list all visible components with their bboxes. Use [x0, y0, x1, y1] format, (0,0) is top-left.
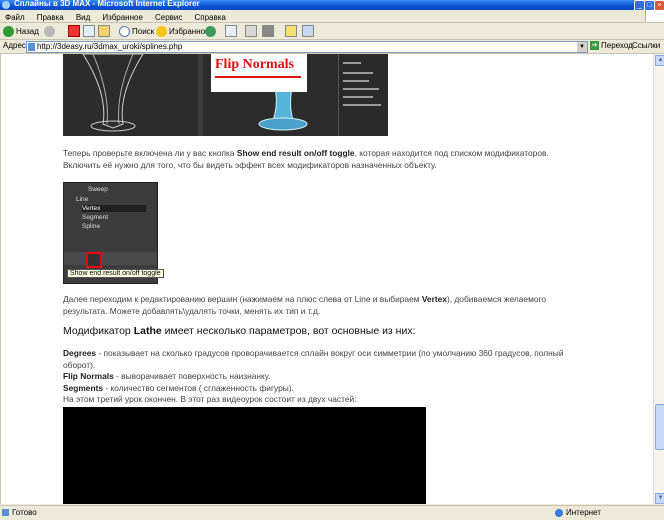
- stack-item-line: Line: [76, 196, 89, 203]
- print-button[interactable]: [245, 25, 259, 37]
- star-icon: [156, 25, 167, 37]
- menu-bar: Файл Правка Вид Избранное Сервис Справка: [0, 10, 664, 23]
- title-bar: Сплайны в 3D MAX - Microsoft Internet Ex…: [0, 0, 664, 11]
- globe-icon: [555, 508, 563, 517]
- links-button[interactable]: Ссылки: [632, 41, 660, 50]
- go-arrow-icon: ➔: [590, 41, 599, 50]
- history-icon: [205, 25, 216, 37]
- research-icon: [302, 25, 314, 37]
- window-title: Сплайны в 3D MAX - Microsoft Internet Ex…: [14, 0, 200, 8]
- page-icon: [28, 43, 35, 51]
- paragraph-params: Degrees - показывает на сколько градусов…: [63, 348, 564, 404]
- status-bar: Готово Интернет: [0, 505, 664, 520]
- paragraph-toggle: Теперь проверьте включена ли у вас кнопк…: [63, 148, 549, 170]
- forward-arrow-icon: [44, 25, 55, 37]
- stop-button[interactable]: [68, 25, 82, 37]
- lathe-screenshot-image: Flip Normals: [63, 54, 388, 136]
- video-player[interactable]: [63, 407, 426, 504]
- home-button[interactable]: [98, 25, 112, 37]
- stack-item-segment: Segment: [82, 214, 109, 221]
- menu-tools[interactable]: Сервис: [155, 13, 182, 22]
- ie-logo-icon: [2, 1, 10, 9]
- menu-view[interactable]: Вид: [76, 13, 90, 22]
- tooltip: Show end result on/off toggle: [67, 269, 164, 278]
- toolbar: Назад Поиск Избранное: [0, 23, 664, 40]
- stack-item-vertex: Vertex: [82, 205, 146, 212]
- refresh-button[interactable]: [83, 25, 97, 37]
- back-arrow-icon: [3, 25, 14, 37]
- favorites-button[interactable]: Избранное: [156, 25, 210, 37]
- modifier-panel: [338, 54, 388, 136]
- history-button[interactable]: [205, 25, 218, 37]
- windows-logo-icon: [645, 10, 664, 22]
- vertical-scrollbar[interactable]: ▲ ▼: [653, 54, 664, 504]
- status-text: Готово: [12, 508, 37, 517]
- note-icon: [285, 25, 297, 37]
- scroll-up-icon[interactable]: ▲: [655, 55, 664, 66]
- home-icon: [98, 25, 110, 37]
- flip-normals-callout: Flip Normals: [211, 54, 307, 92]
- address-url: http://3deasy.ru/3dmax_uroki/splines.php: [37, 42, 183, 51]
- mail-icon: [225, 25, 237, 37]
- page-content: Flip Normals Теперь проверьте включена л…: [0, 54, 654, 504]
- wireframe-vase-icon: [82, 54, 144, 132]
- print-icon: [245, 25, 257, 37]
- scroll-thumb[interactable]: [655, 404, 664, 450]
- edit-icon: [262, 25, 274, 37]
- arrow-icon: [215, 76, 301, 78]
- messenger-button[interactable]: [285, 25, 299, 37]
- menu-help[interactable]: Справка: [194, 13, 225, 22]
- viewport-left: [63, 54, 198, 136]
- show-end-result-icon: [86, 252, 102, 268]
- address-label: Адрес:: [3, 41, 29, 50]
- lathe-heading: Модификатор Lathe имеет несколько параме…: [63, 325, 416, 337]
- page-icon: [2, 509, 9, 516]
- address-input[interactable]: http://3deasy.ru/3dmax_uroki/splines.php…: [26, 41, 588, 53]
- menu-file[interactable]: Файл: [5, 13, 25, 22]
- stack-item-sweep: Sweep: [88, 186, 108, 193]
- menu-edit[interactable]: Правка: [37, 13, 64, 22]
- stack-button-row: [64, 252, 157, 265]
- stop-icon: [68, 25, 80, 37]
- search-icon: [119, 25, 130, 37]
- scroll-down-icon[interactable]: ▼: [655, 493, 664, 504]
- menu-favorites[interactable]: Избранное: [102, 13, 143, 22]
- address-bar: Адрес: http://3deasy.ru/3dmax_uroki/spli…: [0, 40, 664, 54]
- back-button[interactable]: Назад: [3, 25, 39, 37]
- security-zone: Интернет: [555, 508, 601, 517]
- mail-button[interactable]: [225, 25, 239, 37]
- chevron-down-icon[interactable]: ▼: [577, 42, 587, 52]
- flip-normals-caption: Flip Normals: [215, 57, 294, 72]
- research-button[interactable]: [302, 25, 316, 37]
- stack-item-spline: Spline: [82, 223, 101, 230]
- paragraph-vertex: Далее переходим к редактированию вершин …: [63, 294, 547, 316]
- edit-button[interactable]: [262, 25, 276, 37]
- go-button[interactable]: ➔ Переход: [590, 41, 633, 50]
- refresh-icon: [83, 25, 95, 37]
- search-button[interactable]: Поиск: [119, 25, 154, 37]
- forward-button[interactable]: [44, 25, 57, 37]
